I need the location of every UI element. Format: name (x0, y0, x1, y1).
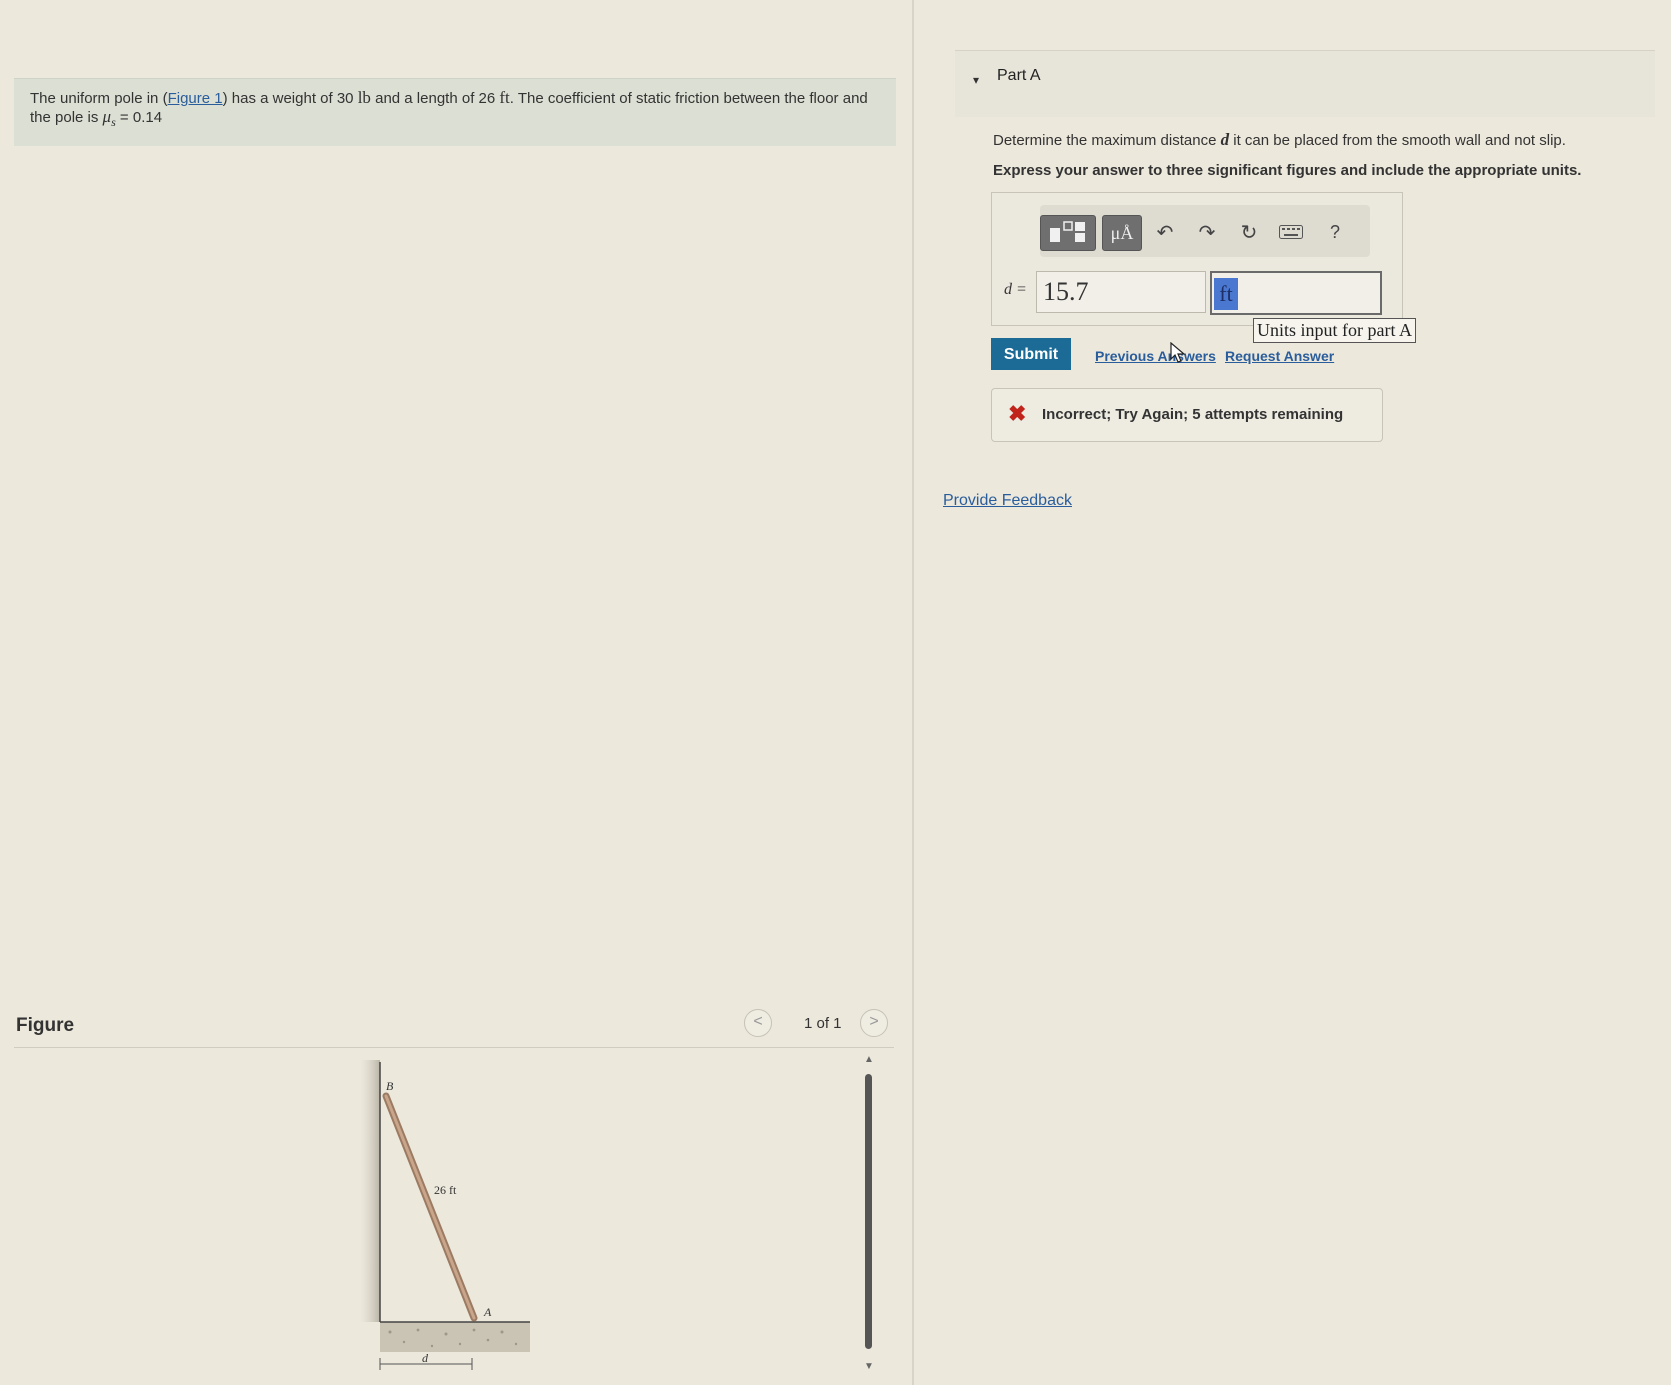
figure-link[interactable]: Figure 1 (168, 90, 223, 107)
wall-shading (360, 1060, 380, 1322)
units-tooltip: Units input for part A (1253, 318, 1416, 343)
question-variable: d (1220, 130, 1230, 149)
floor-hatch (380, 1322, 530, 1352)
previous-answers-link[interactable]: Previous Answers (1095, 348, 1216, 364)
mu-symbol: μ (102, 107, 112, 126)
request-answer-link[interactable]: Request Answer (1225, 348, 1334, 364)
figure-title: Figure (16, 1015, 75, 1036)
provide-feedback-link[interactable]: Provide Feedback (943, 492, 1072, 510)
pole-highlight (384, 1094, 476, 1320)
help-icon: ? (1329, 221, 1340, 242)
templates-button[interactable] (1040, 215, 1096, 251)
previous-figure-button[interactable]: < (744, 1009, 772, 1037)
figure-header: Figure < 1 of 1 > (14, 1005, 894, 1048)
label-b: B (386, 1079, 394, 1093)
right-pane: ▾ Part A Determine the maximum distance … (915, 0, 1671, 1385)
redo-icon: ↷ (1198, 221, 1216, 244)
scroll-up-icon[interactable]: ▲ (864, 1054, 874, 1065)
help-button[interactable]: ? (1320, 215, 1350, 249)
question-text: Determine the maximum distance d it can … (993, 130, 1566, 150)
figure-scrollbar[interactable]: ▲ ▼ (862, 1052, 876, 1374)
next-figure-button[interactable]: > (860, 1009, 888, 1037)
label-length: 26 ft (434, 1183, 457, 1197)
redo-button[interactable]: ↷ (1192, 215, 1222, 249)
problem-prefix: The uniform pole in ( (30, 90, 168, 107)
feedback-text: Incorrect; Try Again; 5 attempts remaini… (1042, 406, 1344, 423)
chevron-left-icon: < (753, 1013, 763, 1030)
question-suffix: it can be placed from the smooth wall an… (1229, 132, 1566, 149)
problem-statement: The uniform pole in (Figure 1) has a wei… (14, 78, 896, 146)
pole-figure: B A 26 ft d (360, 1060, 530, 1370)
units-selected-text: ft (1214, 278, 1238, 310)
chevron-right-icon: > (869, 1013, 879, 1030)
part-title: Part A (997, 67, 1041, 84)
keyboard-button[interactable] (1276, 215, 1306, 249)
label-a: A (483, 1305, 492, 1319)
value-input[interactable]: 15.7 (1036, 271, 1206, 313)
units-input[interactable]: ft (1210, 271, 1382, 315)
reset-icon: ↻ (1240, 221, 1258, 244)
mu-angstrom-icon: μÅ (1110, 222, 1134, 243)
reset-button[interactable]: ↻ (1234, 215, 1264, 249)
undo-icon: ↶ (1156, 221, 1174, 244)
length-unit: ft (499, 88, 510, 107)
figure-pager: 1 of 1 (804, 1015, 842, 1032)
problem-mid2: and a length of 26 (370, 90, 500, 107)
answer-instruction: Express your answer to three significant… (993, 162, 1582, 179)
question-prefix: Determine the maximum distance (993, 132, 1221, 149)
left-pane: The uniform pole in (Figure 1) has a wei… (0, 0, 914, 1385)
undo-button[interactable]: ↶ (1150, 215, 1180, 249)
feedback-box: ✖ Incorrect; Try Again; 5 attempts remai… (991, 388, 1383, 442)
scrollbar-thumb[interactable] (865, 1074, 872, 1349)
templates-icon (1050, 221, 1085, 242)
units-symbol-button[interactable]: μÅ (1102, 215, 1142, 251)
collapse-caret-icon[interactable]: ▾ (973, 73, 979, 87)
answer-label: d = (1004, 281, 1027, 298)
weight-unit: lb (357, 88, 371, 107)
label-d: d (422, 1351, 429, 1365)
keyboard-icon (1279, 225, 1303, 239)
answer-box: μÅ ↶ ↷ ↻ ? d = 15.7 ft (991, 192, 1403, 326)
part-a-header[interactable]: ▾ Part A (955, 50, 1655, 117)
math-toolbar: μÅ ↶ ↷ ↻ ? (1040, 205, 1370, 257)
problem-middle: ) has a weight of 30 (222, 90, 358, 107)
submit-button[interactable]: Submit (991, 338, 1071, 370)
error-x-icon: ✖ (1008, 401, 1027, 426)
mu-value: = 0.14 (115, 109, 163, 126)
scroll-down-icon[interactable]: ▼ (864, 1361, 874, 1372)
mouse-cursor-icon (1170, 342, 1186, 363)
